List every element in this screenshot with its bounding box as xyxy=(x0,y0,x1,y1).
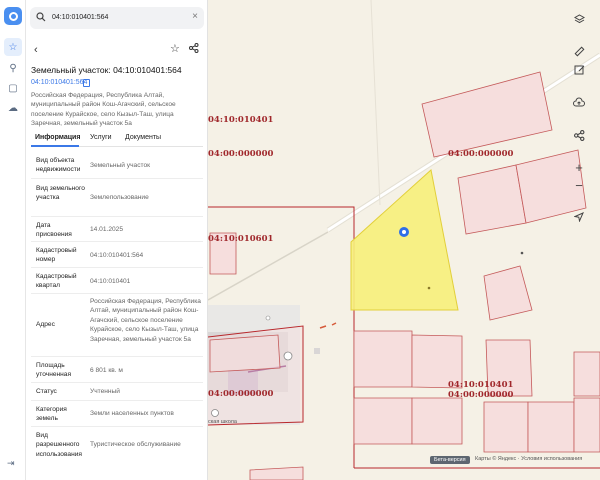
row-value: 14.01.2025 xyxy=(90,226,124,233)
tab-information[interactable]: Информация xyxy=(35,134,80,141)
table-row: Кадастровый квартал 04:10:010401 xyxy=(31,268,203,294)
tab-documents[interactable]: Документы xyxy=(125,134,161,141)
row-key: Площадь уточненная xyxy=(36,362,72,379)
share-map-icon[interactable] xyxy=(570,126,588,144)
parcel-address: Российская Федерация, Республика Алтай, … xyxy=(31,92,176,128)
square-icon[interactable]: ▢ xyxy=(4,79,22,97)
location-pin-icon[interactable] xyxy=(398,226,410,240)
map-canvas[interactable]: 04:10:010401 04:00:000000 04:00:000000 0… xyxy=(208,0,600,480)
pin-icon[interactable]: ⚲ xyxy=(4,59,22,77)
search-icon xyxy=(36,12,46,22)
row-value: Туристическое обслуживание xyxy=(90,441,181,448)
star-icon[interactable]: ☆ xyxy=(4,38,22,56)
row-key: Категория земель xyxy=(36,406,67,423)
table-row: Кадастровый номер 04:10:010401:564 xyxy=(31,242,203,268)
upload-cloud-icon[interactable] xyxy=(570,93,588,111)
clear-icon[interactable]: × xyxy=(192,11,198,22)
active-tab-indicator xyxy=(31,145,79,147)
zoom-out-icon[interactable]: − xyxy=(570,176,588,194)
layers-icon[interactable] xyxy=(570,10,588,28)
map-label: 04:10:010401 xyxy=(448,380,514,390)
page-title: Земельный участок: 04:10:010401:564 xyxy=(31,65,182,75)
beta-badge: Бета-версия xyxy=(430,456,470,464)
logout-icon[interactable]: ⇥ xyxy=(7,458,15,469)
info-panel: 04:10:010401:564 × ‹ ☆ Земельный участок… xyxy=(26,0,208,480)
table-row: Категория земель Земли населенных пункто… xyxy=(31,401,203,427)
row-key: Дата присвоения xyxy=(36,222,72,239)
row-key: Вид разрешенного использования xyxy=(36,432,82,458)
row-key: Адрес xyxy=(36,321,55,328)
table-row: Вид разрешенного использования Туристиче… xyxy=(31,427,203,465)
tab-bar: Информация Услуги Документы xyxy=(31,133,203,147)
place-label: ская школа xyxy=(208,419,237,425)
ruler-icon[interactable] xyxy=(570,42,588,60)
app-logo[interactable] xyxy=(4,7,22,25)
map-label: 04:00:000000 xyxy=(448,149,514,159)
favorite-star-icon[interactable]: ☆ xyxy=(170,42,180,55)
share-icon[interactable] xyxy=(189,43,199,53)
map-label: 04:10:010401 xyxy=(208,115,274,125)
cloud-icon[interactable]: ☁ xyxy=(4,99,22,117)
back-icon[interactable]: ‹ xyxy=(34,44,38,56)
row-value: Российская Федерация, Республика Алтай, … xyxy=(90,298,201,343)
left-rail: ☆ ⚲ ▢ ☁ ⇥ xyxy=(0,0,26,480)
row-key: Статус xyxy=(36,388,57,395)
geolocation-icon[interactable] xyxy=(570,208,588,226)
table-row: Статус Учтенный xyxy=(31,383,203,401)
row-value: 04:10:010401:564 xyxy=(90,252,144,259)
map-label: 04:10:010601 xyxy=(208,234,274,244)
row-key: Вид объекта недвижимости xyxy=(36,157,81,174)
search-input[interactable]: 04:10:010401:564 xyxy=(52,14,108,21)
table-row: Вид земельного участка Землепользование xyxy=(31,179,203,217)
map-label: 04:00:000000 xyxy=(208,149,274,159)
row-value: Земли населенных пунктов xyxy=(90,410,174,417)
table-row: Вид объекта недвижимости Земельный участ… xyxy=(31,150,203,179)
row-key: Кадастровый квартал xyxy=(36,273,77,290)
map-label: 04:00:000000 xyxy=(448,390,514,400)
table-row: Площадь уточненная 6 801 кв. м xyxy=(31,357,203,383)
table-row: Дата присвоения 14.01.2025 xyxy=(31,217,203,242)
copy-icon[interactable] xyxy=(83,79,90,87)
row-value: 04:10:010401 xyxy=(90,278,131,285)
cadastral-number-link[interactable]: 04:10:010401:564 xyxy=(31,79,87,86)
map-label: 04:00:000000 xyxy=(208,389,274,399)
row-value: Землепользование xyxy=(90,194,149,201)
row-value: Учтенный xyxy=(90,388,120,395)
search-bar[interactable]: 04:10:010401:564 × xyxy=(30,7,204,29)
tab-services[interactable]: Услуги xyxy=(90,134,112,141)
row-value: Земельный участок xyxy=(90,162,151,169)
zoom-in-icon[interactable]: + xyxy=(570,158,588,176)
map-attribution[interactable]: Карты © Яндекс · Условия использования xyxy=(475,456,582,462)
row-value: 6 801 кв. м xyxy=(90,367,123,374)
edit-icon[interactable] xyxy=(570,60,588,78)
row-key: Кадастровый номер xyxy=(36,247,77,264)
row-key: Вид земельного участка xyxy=(36,185,85,202)
table-row: Адрес Российская Федерация, Республика А… xyxy=(31,294,203,357)
